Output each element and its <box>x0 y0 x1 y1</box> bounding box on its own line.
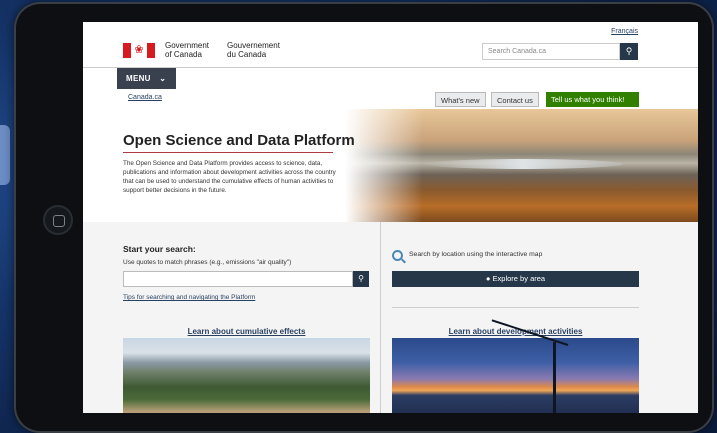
platform-search-input[interactable] <box>123 271 353 287</box>
tablet-device: Français ❀ Government of Canada Gouverne… <box>14 2 714 433</box>
explore-by-area-button[interactable]: ● Explore by area <box>392 271 639 287</box>
column-divider <box>380 222 381 413</box>
gov-name-fr: Gouvernement du Canada <box>227 41 280 59</box>
gov-name-en: Government of Canada <box>165 41 210 59</box>
search-section: Start your search: Use quotes to match p… <box>83 222 698 413</box>
contact-us-button[interactable]: Contact us <box>491 92 539 107</box>
site-search-input[interactable]: Search Canada.ca <box>482 43 620 60</box>
cumulative-effects-link[interactable]: Learn about cumulative effects <box>123 327 370 336</box>
breadcrumb-home-link[interactable]: Canada.ca <box>128 94 162 101</box>
title-underline <box>123 152 333 153</box>
browser-screen: Français ❀ Government of Canada Gouverne… <box>83 22 698 413</box>
map-pin-icon: ● <box>485 274 491 283</box>
chevron-down-icon: ⌄ <box>159 74 167 83</box>
right-column-divider <box>392 307 639 308</box>
home-button-icon[interactable] <box>43 205 73 235</box>
hero-lake-highlight <box>423 159 623 169</box>
site-search-button[interactable]: ⚲ <box>620 43 638 60</box>
menu-button[interactable]: MENU ⌄ <box>117 68 176 89</box>
hero-banner: Open Science and Data Platform The Open … <box>83 109 698 222</box>
search-icon: ⚲ <box>358 274 364 283</box>
government-signature[interactable]: ❀ Government of Canada Gouvernement du C… <box>123 41 280 59</box>
map-search-text: Search by location using the interactive… <box>409 251 543 258</box>
hero-description: The Open Science and Data Platform provi… <box>123 160 336 194</box>
cumulative-effects-image[interactable] <box>123 338 370 413</box>
canada-flag-icon: ❀ <box>123 42 155 58</box>
page-title: Open Science and Data Platform <box>123 132 355 149</box>
whats-new-button[interactable]: What's new <box>435 92 486 107</box>
search-tips-link[interactable]: Tips for searching and navigating the Pl… <box>123 294 255 301</box>
search-hint: Use quotes to match phrases (e.g., emiss… <box>123 259 292 266</box>
search-icon: ⚲ <box>625 46 633 56</box>
crane-silhouette <box>553 342 556 413</box>
background-app-edge <box>0 125 10 185</box>
platform-search-button[interactable]: ⚲ <box>353 271 369 287</box>
feedback-button[interactable]: Tell us what you think! <box>546 92 639 107</box>
magnifier-map-icon <box>392 250 403 261</box>
language-toggle-link[interactable]: Français <box>611 28 638 35</box>
search-section-title: Start your search: <box>123 244 196 254</box>
development-activities-image[interactable] <box>392 338 639 413</box>
